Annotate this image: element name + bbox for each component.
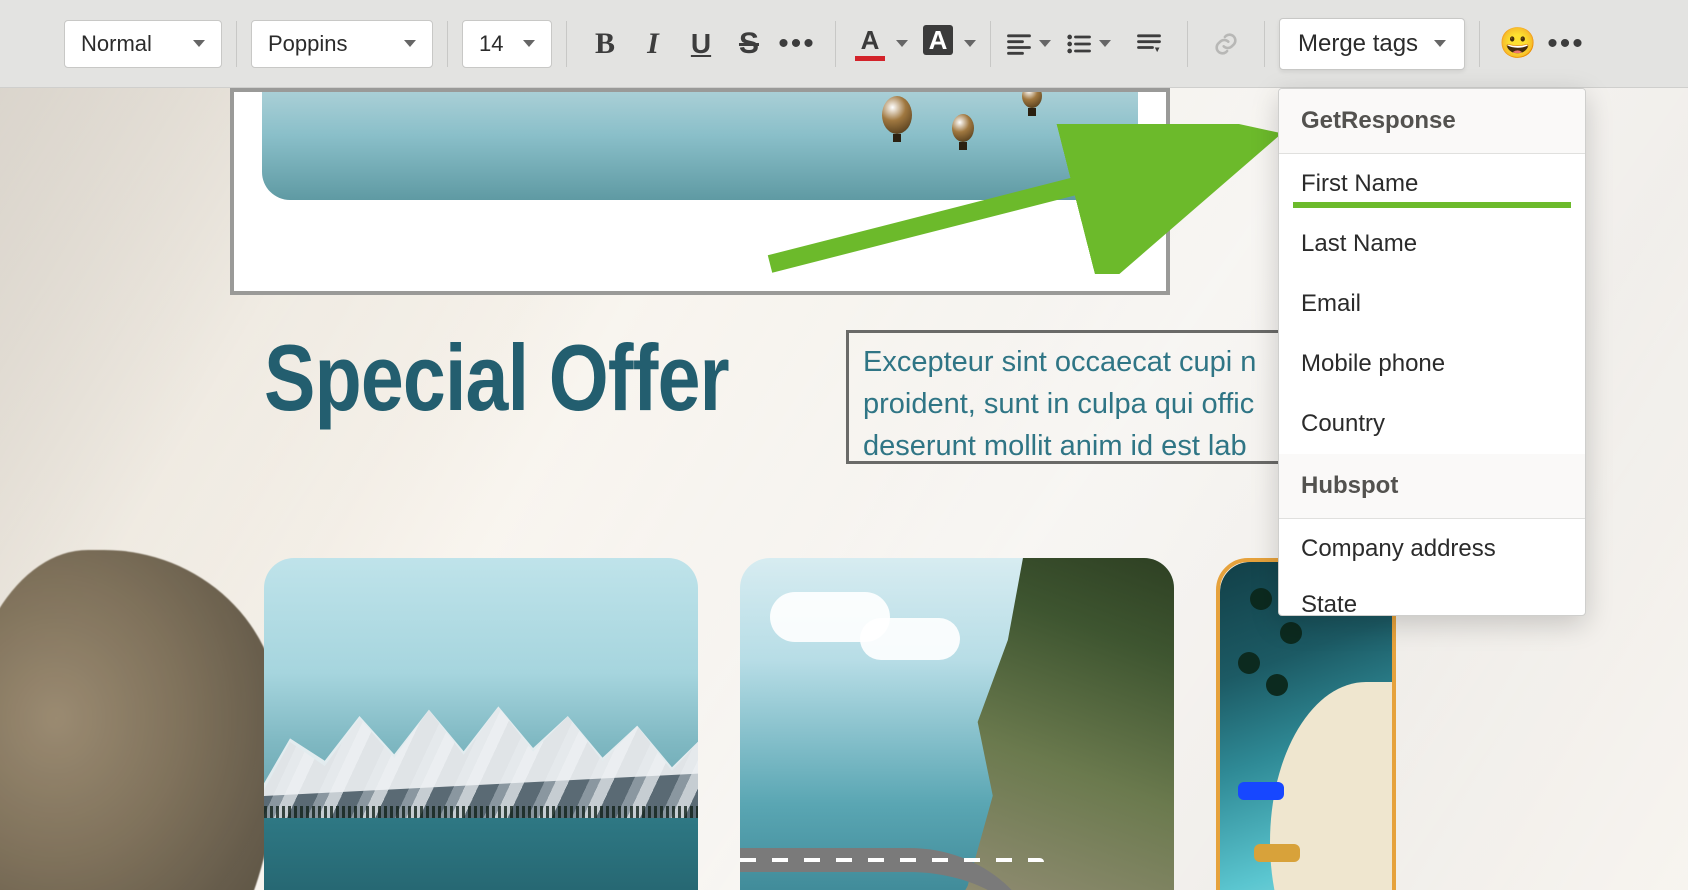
chevron-down-icon — [404, 40, 416, 47]
link-icon — [1212, 30, 1240, 58]
toolbar-separator — [835, 21, 836, 67]
merge-tags-group-header: Hubspot — [1279, 454, 1585, 519]
merge-tags-label: Merge tags — [1298, 30, 1418, 58]
chevron-down-icon — [523, 40, 535, 47]
toolbar-separator — [1187, 21, 1188, 67]
insert-link-button[interactable] — [1202, 20, 1250, 68]
toolbar-separator — [1264, 21, 1265, 67]
merge-tag-option[interactable]: Email — [1279, 274, 1585, 334]
bold-icon: B — [595, 27, 615, 61]
italic-icon: I — [647, 27, 659, 61]
merge-tag-option[interactable]: Mobile phone — [1279, 334, 1585, 394]
text-color-button[interactable]: A — [850, 20, 908, 68]
bold-button[interactable]: B — [581, 20, 629, 68]
chevron-down-icon — [193, 40, 205, 47]
font-family-select[interactable]: Poppins — [251, 20, 433, 68]
more-text-formats-button[interactable]: ••• — [773, 20, 821, 68]
emoji-button[interactable]: 😀 — [1494, 20, 1542, 68]
background-color-icon: A — [923, 25, 954, 55]
merge-tags-group-header: GetResponse — [1279, 89, 1585, 154]
text-color-swatch — [855, 56, 885, 61]
bulleted-list-icon — [1065, 30, 1093, 58]
paragraph-format-icon — [1135, 30, 1163, 58]
background-color-button[interactable]: A — [918, 20, 976, 68]
toolbar-separator — [447, 21, 448, 67]
selected-image-block[interactable] — [230, 88, 1170, 295]
hero-image — [262, 92, 1138, 200]
strikethrough-button[interactable]: S — [725, 20, 773, 68]
chevron-down-icon — [964, 40, 976, 47]
image-card[interactable] — [740, 558, 1174, 890]
underline-icon: U — [691, 28, 711, 60]
merge-tag-option[interactable]: Country — [1279, 394, 1585, 454]
list-button[interactable] — [1065, 30, 1111, 58]
underline-button[interactable]: U — [677, 20, 725, 68]
paragraph-style-label: Normal — [81, 31, 179, 57]
balloon-decoration — [952, 114, 974, 142]
align-left-icon — [1005, 30, 1033, 58]
chevron-down-icon — [896, 40, 908, 47]
chevron-down-icon — [1434, 40, 1446, 47]
strikethrough-icon: S — [739, 27, 759, 61]
more-tools-button[interactable]: ••• — [1542, 20, 1590, 68]
toolbar-separator — [236, 21, 237, 67]
merge-tag-option[interactable]: Company address — [1279, 519, 1585, 579]
font-size-label: 14 — [479, 31, 509, 57]
font-family-label: Poppins — [268, 31, 390, 57]
merge-tag-option[interactable]: Last Name — [1279, 214, 1585, 274]
background-decoration — [0, 550, 280, 890]
toolbar-separator — [990, 21, 991, 67]
font-size-select[interactable]: 14 — [462, 20, 552, 68]
toolbar-separator — [1479, 21, 1480, 67]
headline-text[interactable]: Special Offer — [264, 324, 729, 432]
image-card[interactable] — [264, 558, 698, 890]
more-icon: ••• — [1547, 27, 1585, 61]
merge-tags-dropdown: GetResponse First Name Last Name Email M… — [1278, 88, 1586, 616]
merge-tag-option[interactable]: State — [1279, 579, 1585, 615]
merge-tag-option[interactable]: First Name — [1279, 154, 1585, 214]
merge-tags-button[interactable]: Merge tags — [1279, 18, 1465, 70]
balloon-decoration — [882, 96, 912, 134]
editor-toolbar: Normal Poppins 14 B I U S ••• A A — [0, 0, 1688, 88]
emoji-icon: 😀 — [1499, 26, 1536, 61]
more-icon: ••• — [778, 27, 816, 61]
image-cards-row — [264, 558, 1396, 890]
chevron-down-icon — [1099, 40, 1111, 47]
paragraph-style-select[interactable]: Normal — [64, 20, 222, 68]
paragraph-format-button[interactable] — [1125, 20, 1173, 68]
balloon-decoration — [1022, 92, 1042, 108]
text-color-icon: A — [861, 27, 880, 53]
toolbar-separator — [566, 21, 567, 67]
chevron-down-icon — [1039, 40, 1051, 47]
italic-button[interactable]: I — [629, 20, 677, 68]
align-button[interactable] — [1005, 30, 1051, 58]
